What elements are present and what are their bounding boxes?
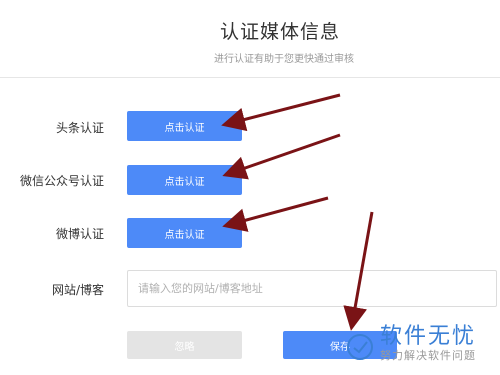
arrow-toutiao <box>221 93 341 132</box>
weibo-label: 微博认证 <box>55 227 104 241</box>
wechat-verify-button[interactable]: 点击认证 <box>127 165 242 195</box>
page-subtitle: 进行认证有助于您更快通过审核 <box>214 54 354 65</box>
page-title: 认证媒体信息 <box>219 21 340 43</box>
website-label: 网站/博客 <box>51 283 104 297</box>
watermark-subtitle: 努力解决软件问题 <box>380 349 476 362</box>
toutiao-label: 头条认证 <box>55 121 104 135</box>
header-divider <box>0 77 500 78</box>
arrow-wechat <box>222 133 341 180</box>
ignore-button[interactable]: 忽略 <box>127 331 242 359</box>
arrow-save <box>343 211 374 331</box>
website-input[interactable] <box>127 270 497 307</box>
watermark-logo-icon <box>347 334 373 360</box>
wechat-label: 微信公众号认证 <box>19 174 104 188</box>
arrow-weibo <box>222 196 329 232</box>
weibo-verify-button[interactable]: 点击认证 <box>127 218 242 248</box>
toutiao-verify-button[interactable]: 点击认证 <box>127 111 242 141</box>
watermark-title: 软件无忧 <box>380 324 477 349</box>
